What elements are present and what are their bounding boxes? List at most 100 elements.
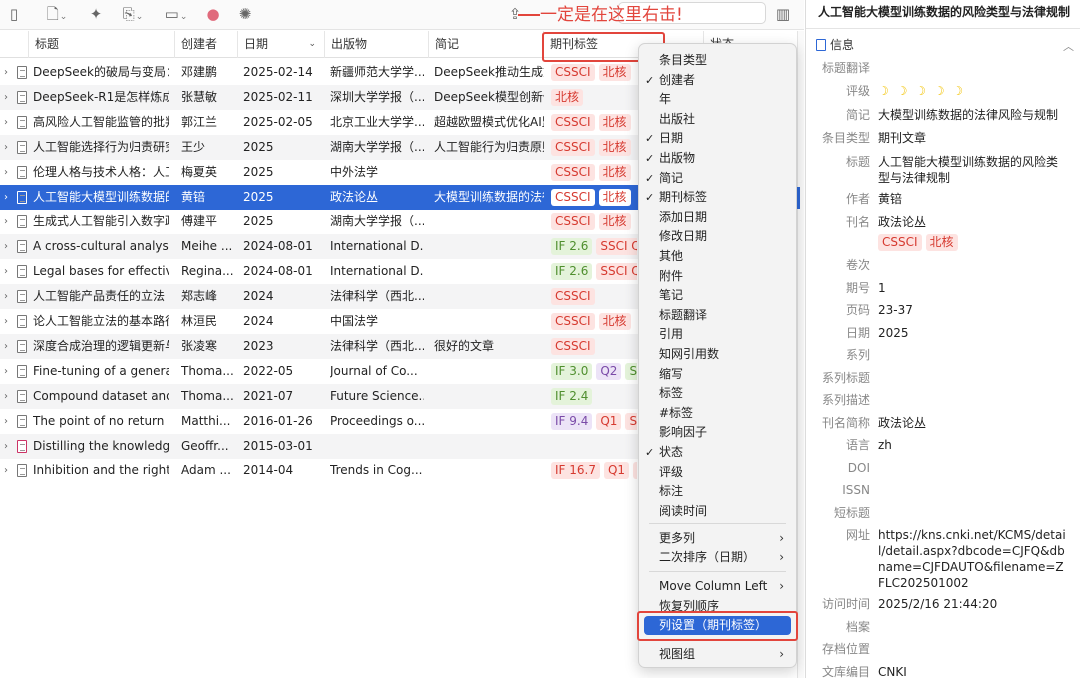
expand-chevron-icon[interactable]: › bbox=[4, 384, 8, 409]
new-note-icon[interactable]: ▭⌄ bbox=[162, 4, 190, 24]
menu-item-column-toggle[interactable]: ✓ 创建者 bbox=[639, 71, 796, 90]
cell-creator: Meihe ... bbox=[181, 239, 233, 254]
menu-item-column-toggle[interactable]: 修改日期 bbox=[639, 227, 796, 246]
cell-abstract bbox=[434, 384, 544, 409]
menu-item-more-columns[interactable]: 更多列 › bbox=[639, 529, 796, 548]
field-value[interactable]: CNKI bbox=[878, 664, 1068, 678]
menu-item-column-toggle[interactable]: 评级 bbox=[639, 463, 796, 482]
field-value[interactable]: 大模型训练数据的法律风险与规制 bbox=[878, 107, 1068, 123]
menu-item-column-toggle[interactable]: 标签 bbox=[639, 384, 796, 403]
menu-item-column-toggle[interactable]: 出版社 bbox=[639, 110, 796, 129]
new-item-icon[interactable]: 🗋⌄ bbox=[44, 4, 70, 24]
menu-item-column-toggle[interactable]: 笔记 bbox=[639, 286, 796, 305]
column-header-abstract[interactable]: 简记 bbox=[428, 31, 543, 58]
field-label: 标题 bbox=[845, 155, 870, 169]
expand-chevron-icon[interactable]: › bbox=[4, 409, 8, 434]
column-header-creator[interactable]: 创建者 bbox=[174, 31, 237, 58]
menu-item-secondary-sort[interactable]: 二次排序（日期） › bbox=[639, 548, 796, 567]
ai-icon[interactable]: ✺ bbox=[236, 4, 254, 24]
expand-chevron-icon[interactable]: › bbox=[4, 334, 8, 359]
menu-item-column-toggle[interactable]: 添加日期 bbox=[639, 208, 796, 227]
menu-item-column-toggle[interactable]: 知网引用数 bbox=[639, 345, 796, 364]
expand-chevron-icon[interactable]: › bbox=[4, 160, 8, 185]
menu-item-column-toggle[interactable]: 标题翻译 bbox=[639, 306, 796, 325]
annotation-arrow bbox=[518, 14, 540, 16]
column-header-publication[interactable]: 出版物 bbox=[324, 31, 428, 58]
menu-item-column-toggle[interactable]: ✓ 状态 bbox=[639, 443, 796, 462]
column-header-title[interactable]: 标题 bbox=[28, 31, 174, 58]
add-attachment-icon[interactable]: ⎘⌄ bbox=[118, 4, 148, 24]
cell-title: DeepSeek的破局与变局： bbox=[33, 65, 169, 79]
field-value[interactable]: 政法论丛 bbox=[878, 415, 1068, 431]
plugin-icon[interactable]: ● bbox=[204, 4, 222, 24]
cell-abstract bbox=[434, 234, 544, 259]
table-scrollbar[interactable] bbox=[797, 31, 804, 678]
expand-chevron-icon[interactable]: › bbox=[4, 110, 8, 135]
field-label: 作者 bbox=[845, 192, 870, 206]
expand-chevron-icon[interactable]: › bbox=[4, 85, 8, 110]
field-value[interactable]: https://kns.cnki.net/KCMS/detail/detail.… bbox=[878, 527, 1068, 591]
field-label: 文库编目 bbox=[821, 665, 870, 678]
expand-chevron-icon[interactable]: › bbox=[4, 209, 8, 234]
cell-date: 2025-02-14 bbox=[243, 65, 313, 79]
menu-item-column-toggle[interactable]: ✓ 期刊标签 bbox=[639, 188, 796, 207]
magic-wand-icon[interactable]: ✦ bbox=[86, 4, 106, 24]
expand-chevron-icon[interactable]: › bbox=[4, 259, 8, 284]
menu-item-column-toggle[interactable]: 条目类型 bbox=[639, 51, 796, 70]
expand-chevron-icon[interactable]: › bbox=[4, 458, 8, 483]
chevron-up-icon[interactable]: ︿ bbox=[1063, 38, 1074, 54]
field-value[interactable]: ☽ ☽ ☽ ☽ ☽ bbox=[878, 83, 1068, 99]
menu-item-label: 其他 bbox=[659, 249, 684, 263]
menu-item-column-toggle[interactable]: #标签 bbox=[639, 404, 796, 423]
menu-item-move-column-left[interactable]: Move Column Left › bbox=[639, 577, 796, 596]
expand-chevron-icon[interactable]: › bbox=[4, 135, 8, 160]
expand-chevron-icon[interactable]: › bbox=[4, 284, 8, 309]
cell-journal-tags bbox=[551, 434, 637, 459]
menu-item-column-toggle[interactable]: 附件 bbox=[639, 267, 796, 286]
field-label: 存档位置 bbox=[821, 642, 870, 656]
menu-item-column-toggle[interactable]: 阅读时间 bbox=[639, 502, 796, 521]
submenu-arrow-icon: › bbox=[779, 531, 784, 545]
menu-item-column-toggle[interactable]: 影响因子 bbox=[639, 423, 796, 442]
column-header-date[interactable]: 日期 ⌄ bbox=[237, 31, 324, 58]
menu-item-column-toggle[interactable]: ✓ 日期 bbox=[639, 129, 796, 148]
expand-chevron-icon[interactable]: › bbox=[4, 309, 8, 334]
expand-chevron-icon[interactable]: › bbox=[4, 60, 8, 85]
expand-chevron-icon[interactable]: › bbox=[4, 434, 8, 459]
zotero-window: ▯ 🗋⌄ ✦ ⎘⌄ ▭⌄ ● ✺ ⇪ ▥ 一定是在这里右击! 标题 创建者 日期… bbox=[0, 0, 1080, 678]
field-value[interactable]: 2025/2/16 21:44:20 bbox=[878, 596, 1068, 612]
expand-chevron-icon[interactable]: › bbox=[4, 359, 8, 384]
journal-tag-badge: IF 16.7 bbox=[551, 462, 600, 480]
cell-abstract bbox=[434, 409, 544, 434]
field-value[interactable]: 2025 bbox=[878, 325, 1068, 341]
item-pane-toggle-icon[interactable]: ▥ bbox=[774, 4, 792, 24]
cell-publication bbox=[330, 434, 424, 459]
menu-item-column-toggle[interactable]: ✓ 出版物 bbox=[639, 149, 796, 168]
field-value[interactable]: 1 bbox=[878, 280, 1068, 296]
field-value[interactable]: 政法论丛 bbox=[878, 214, 1068, 230]
field-label: 页码 bbox=[845, 303, 870, 317]
menu-item-view-group[interactable]: 视图组 › bbox=[639, 645, 796, 664]
menu-item-column-toggle[interactable]: 其他 bbox=[639, 247, 796, 266]
field-value[interactable]: 期刊文章 bbox=[878, 130, 1068, 146]
menu-item-column-toggle[interactable]: 标注 bbox=[639, 482, 796, 501]
menu-item-column-toggle[interactable]: ✓ 简记 bbox=[639, 169, 796, 188]
cell-creator: 林洹民 bbox=[181, 314, 218, 328]
menu-item-column-toggle[interactable]: 年 bbox=[639, 90, 796, 109]
menu-item-column-toggle[interactable]: 引用 bbox=[639, 325, 796, 344]
journal-article-icon bbox=[17, 439, 27, 453]
expand-chevron-icon[interactable]: › bbox=[4, 234, 8, 259]
field-value[interactable]: 人工智能大模型训练数据的风险类型与法律规制 bbox=[878, 154, 1068, 186]
checkmark-icon: ✓ bbox=[645, 446, 655, 459]
checkmark-icon: ✓ bbox=[645, 171, 655, 185]
field-value[interactable]: 黄锫 bbox=[878, 191, 1068, 207]
cell-abstract bbox=[434, 284, 544, 309]
field-value[interactable]: 23-37 bbox=[878, 302, 1068, 318]
sidebar-toggle-icon[interactable]: ▯ bbox=[6, 4, 22, 24]
cell-publication: Future Science... bbox=[330, 388, 424, 403]
expand-chevron-icon[interactable]: › bbox=[4, 185, 8, 210]
info-section-header[interactable]: 信息 bbox=[816, 37, 854, 53]
field-value[interactable]: zh bbox=[878, 437, 1068, 453]
cell-publication: 湖南大学学报（... bbox=[330, 214, 424, 229]
menu-item-column-toggle[interactable]: 缩写 bbox=[639, 365, 796, 384]
